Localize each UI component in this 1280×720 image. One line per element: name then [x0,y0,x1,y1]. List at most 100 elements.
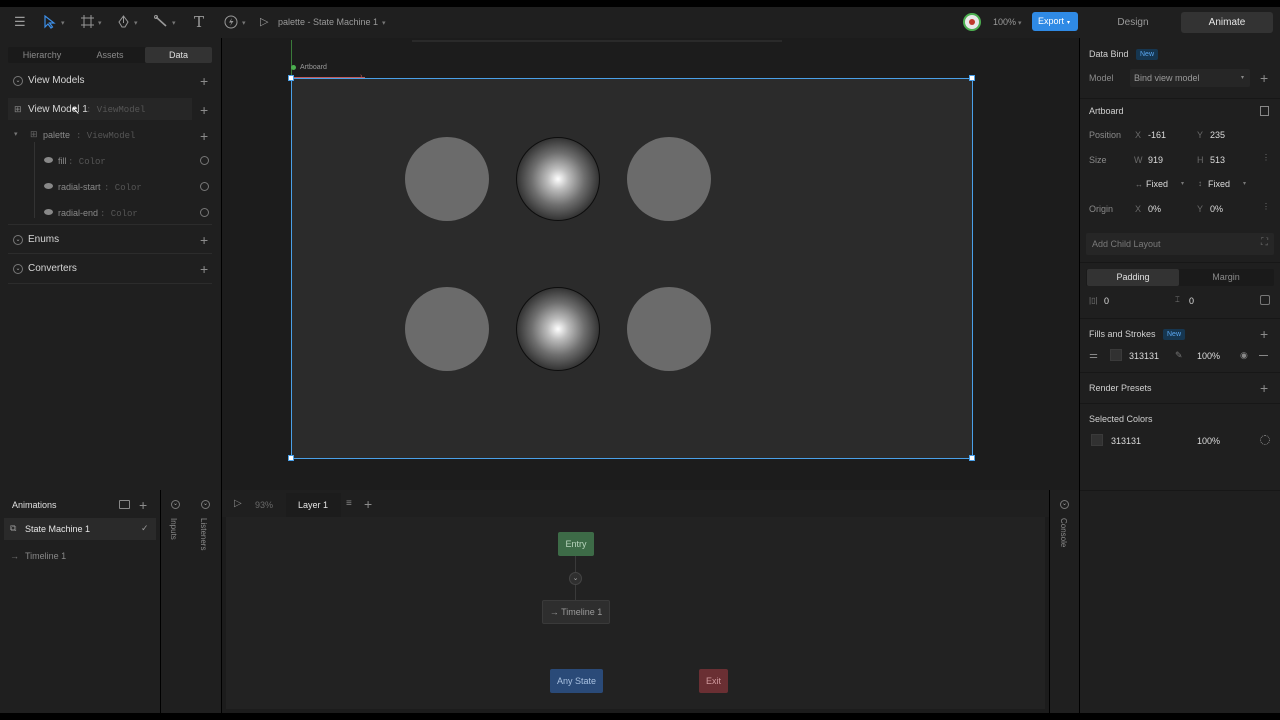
radial-start-target-icon[interactable] [200,182,209,191]
add-converter-icon[interactable]: + [200,262,208,276]
view-models-section[interactable]: View Models [28,75,85,86]
select-tool-icon[interactable] [44,14,56,32]
add-model-icon[interactable]: + [1260,71,1268,85]
tab-padding[interactable]: Padding [1087,269,1179,286]
height-mode[interactable]: Fixed [1208,179,1230,189]
canvas[interactable]: Artboard › [222,38,1079,490]
tab-data[interactable]: Data [145,47,212,63]
tab-assets[interactable]: Assets [76,47,144,63]
console-tab[interactable]: ⌄ Console [1050,490,1079,713]
selected-color-swatch[interactable] [1091,434,1103,446]
add-palette-property-icon[interactable]: + [200,129,208,143]
palette-name[interactable]: palette [43,130,70,140]
play-icon[interactable]: ▷ [260,15,268,29]
size-h[interactable]: 513 [1210,155,1225,165]
export-button[interactable]: Export ▾ [1032,12,1078,31]
fill-opacity[interactable]: 100% [1197,351,1220,361]
bone-tool-caret-icon[interactable]: ▾ [172,19,176,27]
position-x[interactable]: -161 [1148,130,1166,140]
artboard-label[interactable]: Artboard [300,64,327,71]
radial-end-target-icon[interactable] [200,208,209,217]
fill-color-swatch[interactable] [1110,349,1122,361]
selected-color-opacity[interactable]: 100% [1197,436,1220,446]
selected-color-hex[interactable]: 313131 [1111,436,1141,446]
artboard-tool-icon[interactable] [81,15,94,31]
width-mode-caret-icon[interactable]: ▾ [1181,180,1184,187]
circle-fill[interactable] [405,137,489,221]
enums-section[interactable]: Enums [28,234,59,245]
radial-start-visibility-icon[interactable] [44,183,53,189]
select-tool-caret-icon[interactable]: ▾ [61,19,65,27]
horizontal-scrollbar[interactable] [412,40,782,42]
listeners-tab[interactable]: ⌄ Listeners [191,490,221,713]
tab-design[interactable]: Design [1087,12,1179,33]
play-state-machine-icon[interactable]: ▷ [234,498,242,509]
artboard-tool-caret-icon[interactable]: ▾ [98,19,102,27]
radial-end-property-name[interactable]: radial-end [58,208,98,218]
lock-ratio-icon[interactable]: ⋮ [1262,153,1270,162]
zoom-level[interactable]: 100% [993,17,1016,27]
fill-visibility-icon[interactable] [44,157,53,163]
pen-tool-caret-icon[interactable]: ▾ [134,19,138,27]
event-tool-icon[interactable] [224,15,238,32]
fill-settings-icon[interactable]: ⚌ [1089,350,1098,361]
fill-hex[interactable]: 313131 [1129,351,1159,361]
palette-chevron-icon[interactable]: ▾ [14,130,18,138]
select-matching-icon[interactable] [1260,435,1270,445]
width-mode[interactable]: Fixed [1146,179,1168,189]
eyedropper-icon[interactable]: ✎ [1175,350,1183,361]
add-property-icon[interactable]: + [200,103,208,117]
remove-fill-icon[interactable] [1259,355,1268,356]
tab-margin[interactable]: Margin [1180,269,1272,286]
position-y[interactable]: 235 [1210,130,1225,140]
converters-chevron-icon[interactable]: ⌄ [13,264,23,274]
model-select[interactable]: Bind view model ▾ [1130,69,1250,87]
any-state-node[interactable]: Any State [550,669,603,693]
timeline-node[interactable]: → Timeline 1 [542,600,610,624]
padding-vertical[interactable]: 0 [1189,296,1194,306]
folder-icon[interactable] [119,500,130,509]
tab-animate[interactable]: Animate [1181,12,1273,33]
artboard[interactable] [291,78,973,459]
user-avatar[interactable] [963,13,981,31]
resize-handle[interactable] [288,455,294,461]
add-render-preset-icon[interactable]: + [1260,381,1268,395]
add-enum-icon[interactable]: + [200,233,208,247]
radial-start-property-name[interactable]: radial-start [58,182,101,192]
enums-chevron-icon[interactable]: ⌄ [13,235,23,245]
file-title-caret-icon[interactable]: ▾ [382,19,386,27]
circle-fill[interactable] [627,287,711,371]
timeline-name[interactable]: Timeline 1 [25,551,66,561]
view-models-chevron-icon[interactable]: ⌄ [13,76,23,86]
graph-zoom[interactable]: 93% [255,500,273,510]
layer-menu-icon[interactable]: ≡ [346,498,352,509]
zoom-caret-icon[interactable]: ▾ [1018,19,1022,27]
fill-property-name[interactable]: fill [58,156,67,166]
visibility-eye-icon[interactable]: ◉ [1240,350,1248,361]
add-view-model-icon[interactable]: + [200,74,208,88]
height-mode-caret-icon[interactable]: ▾ [1243,180,1246,187]
add-fill-icon[interactable]: + [1260,327,1268,341]
state-machine-graph[interactable]: ▷ 93% Layer 1 ≡ + ⌄ Entry → Timeline 1 A… [222,490,1049,713]
padding-link-icon[interactable] [1260,295,1270,305]
graph-area[interactable] [226,517,1045,709]
size-w[interactable]: 919 [1148,155,1163,165]
transition-icon[interactable]: ⌄ [569,572,582,585]
tab-hierarchy[interactable]: Hierarchy [8,47,76,63]
circle-radial[interactable] [516,287,600,371]
fill-target-icon[interactable] [200,156,209,165]
exit-node[interactable]: Exit [699,669,728,693]
pen-tool-icon[interactable] [117,15,130,32]
resize-handle[interactable] [969,455,975,461]
origin-y[interactable]: 0% [1210,204,1223,214]
circle-fill[interactable] [627,137,711,221]
padding-horizontal[interactable]: 0 [1104,296,1109,306]
resize-handle[interactable] [969,75,975,81]
menu-icon[interactable]: ☰ [14,15,26,29]
add-animation-icon[interactable]: + [139,498,147,512]
origin-x[interactable]: 0% [1148,204,1161,214]
radial-end-visibility-icon[interactable] [44,209,53,215]
converters-section[interactable]: Converters [28,263,77,274]
layout-toggle-icon[interactable] [1260,106,1269,116]
resize-handle[interactable] [288,75,294,81]
